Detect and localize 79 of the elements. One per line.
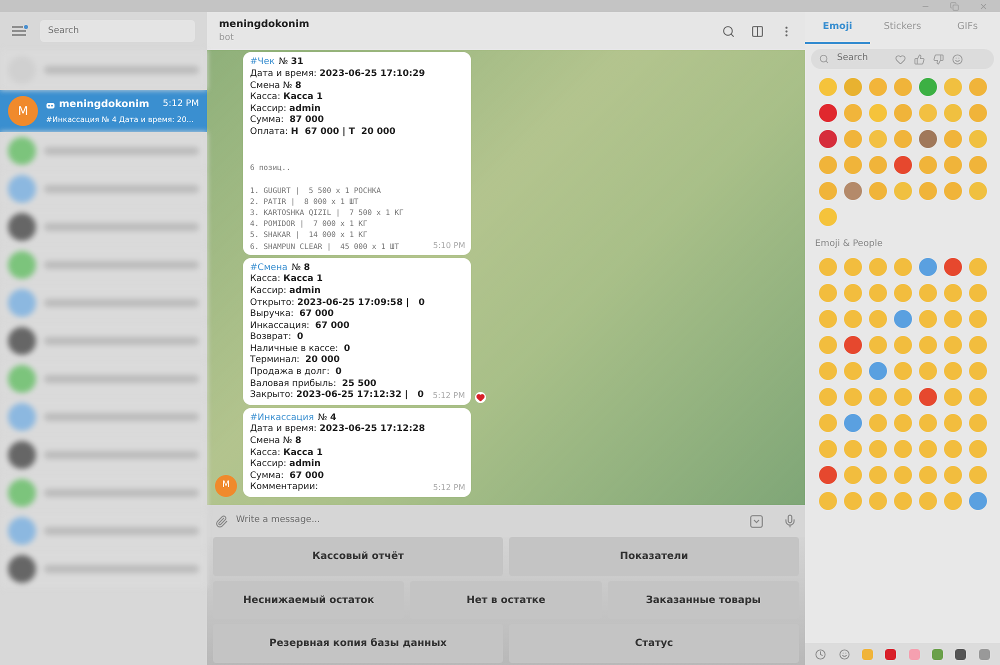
chat-time: 5:12 PM	[162, 98, 199, 111]
emoji-icon[interactable]	[918, 78, 936, 96]
heart-icon[interactable]	[895, 54, 906, 64]
emoji-icon[interactable]	[944, 258, 962, 276]
chat-subtitle: bot	[219, 32, 235, 45]
emoji-icon[interactable]	[918, 258, 936, 276]
message-line: Продажа в долг: 0	[250, 367, 342, 379]
emoji-icon[interactable]	[868, 362, 886, 380]
category-icon[interactable]	[932, 648, 944, 660]
message-line: № 4	[318, 412, 336, 424]
emoji-icon[interactable]	[844, 414, 862, 432]
smile-icon[interactable]	[838, 648, 850, 660]
message-line: Валовая прибыль: 25 500	[250, 378, 376, 390]
message-time: 5:12 PM	[432, 390, 466, 402]
category-icon[interactable]	[955, 648, 966, 660]
message-line: Оплата: Н 67 000 | Т 20 000	[250, 126, 396, 139]
message-line: Терминал: 20 000	[250, 355, 340, 368]
emoji-icon[interactable]	[844, 182, 862, 200]
emoji-icon[interactable]	[918, 388, 936, 406]
message-line: Смена № 8	[250, 80, 302, 92]
bot-icon	[46, 100, 55, 108]
sidebar-toggle-icon[interactable]	[751, 24, 764, 38]
chat-name: meningdokonim	[59, 98, 150, 112]
recent-icon[interactable]	[815, 648, 826, 660]
search-field[interactable]: Search	[40, 20, 195, 42]
search-icon[interactable]	[722, 24, 735, 38]
attach-icon[interactable]	[215, 514, 228, 528]
message-line: Кассир: admin	[250, 459, 321, 471]
emoji-icon[interactable]	[968, 492, 986, 510]
message-line: Кассир: admin	[250, 104, 321, 115]
message-line: Возврат: 0	[250, 332, 304, 344]
message-line: Дата и время: 2023-06-25 17:10:29	[250, 68, 426, 81]
emoji-icon[interactable]	[818, 466, 836, 484]
keyboard-button[interactable]: Резервная копия базы данных	[213, 624, 503, 664]
microphone-icon[interactable]	[783, 514, 797, 528]
message-field[interactable]: Write a message...	[207, 505, 805, 537]
message-line: Сумма: 67 000	[250, 470, 324, 482]
emoji-icon[interactable]	[818, 104, 836, 122]
avatar: M	[215, 475, 237, 497]
message-line: Касса: Касса 1	[250, 92, 323, 104]
emoji-icon[interactable]	[844, 336, 862, 354]
search-icon	[819, 54, 829, 64]
smile-icon[interactable]	[952, 54, 963, 64]
keyboard-button[interactable]: Кассовый отчёт	[213, 537, 503, 576]
message-line: Наличные в кассе: 0	[250, 344, 350, 355]
message-line: Закрыто: 2023-06-25 17:12:32 | 0	[250, 390, 424, 402]
message-line: № 8	[292, 262, 310, 274]
emoji-icon[interactable]	[894, 310, 912, 328]
message-time: 5:10 PM	[433, 240, 466, 252]
emoji-icon[interactable]	[818, 130, 836, 148]
emoji-search-field[interactable]: Search	[837, 52, 887, 66]
keyboard-button[interactable]: Показатели	[509, 537, 799, 576]
emoji-icon[interactable]	[918, 130, 936, 148]
message-line: Касса: Касса 1	[250, 274, 323, 286]
category-icon[interactable]	[885, 648, 896, 660]
message-line: Открыто: 2023-06-25 17:09:58 | 0	[250, 298, 425, 309]
message-line: Кассир: admin	[250, 286, 321, 298]
thumbs-down-icon[interactable]	[933, 54, 944, 64]
keyboard-button[interactable]: Статус	[509, 624, 799, 664]
thumbs-up-icon[interactable]	[914, 54, 925, 64]
message-line: Инкассация: 67 000	[250, 320, 350, 332]
message-line: Выручка: 67 000	[250, 309, 334, 321]
message-line: Дата и время: 2023-06-25 17:12:28	[250, 424, 426, 436]
avatar: M	[8, 96, 38, 126]
section-heading: Emoji & People	[814, 238, 884, 251]
bot-keyboard-icon[interactable]	[750, 514, 763, 528]
message-line: Сумма: 87 000	[250, 115, 324, 127]
message-line: № 31	[278, 57, 304, 69]
close-icon[interactable]	[979, 2, 988, 10]
message-input[interactable]: Write a message...	[236, 514, 742, 528]
emoji-icon[interactable]	[894, 156, 912, 174]
chat-title: meningdokonim	[219, 18, 310, 32]
menu-icon[interactable]	[12, 25, 28, 37]
message-line: Комментарии:	[250, 482, 318, 494]
message-time: 5:12 PM	[433, 482, 466, 494]
heart-reaction-icon[interactable]	[475, 392, 486, 403]
message-line: Смена № 8	[250, 436, 302, 448]
restore-icon[interactable]	[950, 2, 959, 10]
message-line: Касса: Касса 1	[250, 448, 323, 459]
